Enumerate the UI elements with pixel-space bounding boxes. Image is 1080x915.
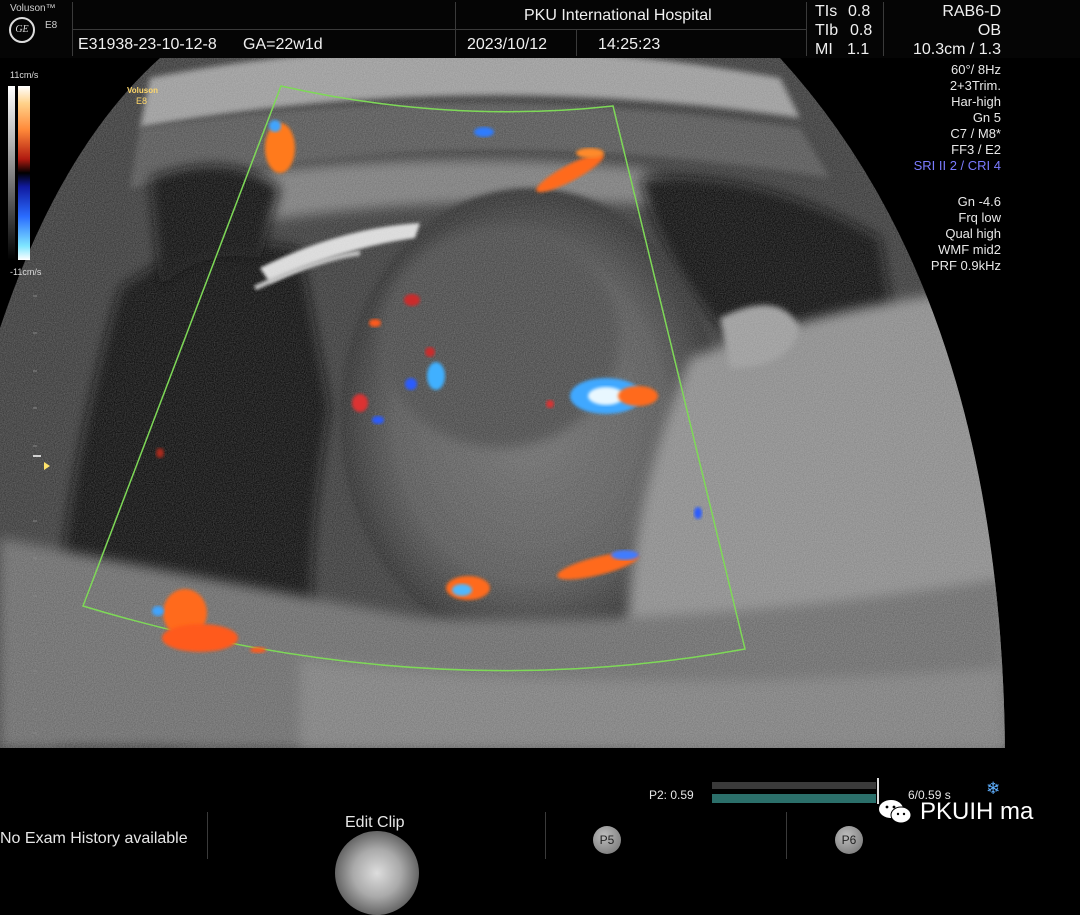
param-gain: Gn 5	[972, 110, 1001, 125]
header-bar: GE Voluson™ E8 E31938-23-10-12-8 GA=22w1…	[0, 0, 1080, 58]
grayscale-bar	[8, 86, 15, 260]
brand-label: Voluson™	[10, 3, 56, 14]
application: OB	[977, 22, 1001, 39]
param-sri-cri: SRI II 2 / CRI 4	[913, 158, 1001, 173]
velocity-colorbar	[18, 86, 30, 260]
param-ff: FF3 / E2	[951, 142, 1001, 157]
cine-progress-bar[interactable]	[712, 794, 876, 803]
image-brand-watermark: Voluson	[127, 86, 158, 95]
exam-history-status: No Exam History available	[0, 830, 188, 847]
p5-button[interactable]: P5	[593, 826, 621, 854]
tib-value: 0.8	[850, 22, 873, 39]
tis-label: TIs	[815, 3, 838, 20]
edit-clip-label: Edit Clip	[345, 814, 405, 831]
colorbar-top-label: 11cm/s	[10, 70, 39, 80]
mi-label: MI	[815, 41, 833, 58]
snowflake-icon[interactable]: ❄	[986, 779, 1000, 799]
param-harmonic: Har-high	[951, 94, 1001, 109]
doppler-wall-filter: WMF mid2	[938, 242, 1001, 257]
exam-time: 14:25:23	[598, 36, 661, 53]
bottom-bar: P2: 0.59 6/0.59 s ❄ No Exam History avai…	[0, 748, 1080, 915]
param-angle-framerate: 60°/ 8Hz	[950, 62, 1001, 77]
param-color-map: C7 / M8*	[950, 126, 1001, 141]
doppler-quality: Qual high	[945, 226, 1001, 241]
doppler-frequency: Frq low	[958, 210, 1001, 225]
model-label: E8	[45, 20, 58, 31]
p6-button[interactable]: P6	[835, 826, 863, 854]
cine-position-label: P2: 0.59	[649, 788, 694, 802]
ge-logo-icon: GE	[9, 17, 35, 43]
cine-track[interactable]	[712, 782, 876, 789]
doppler-gain: Gn -4.6	[957, 194, 1001, 209]
patient-id: E31938-23-10-12-8	[78, 36, 217, 53]
mi-value: 1.1	[847, 41, 870, 58]
gestational-age: GA=22w1d	[243, 36, 323, 53]
probe-name: RAB6-D	[942, 3, 1001, 20]
exam-date: 2023/10/12	[467, 36, 548, 53]
edit-clip-knob[interactable]	[335, 831, 419, 915]
image-model-watermark: E8	[136, 96, 148, 106]
tib-label: TIb	[815, 22, 839, 39]
hospital-name: PKU International Hospital	[524, 7, 712, 24]
wechat-icon	[877, 798, 913, 826]
tis-value: 0.8	[848, 3, 871, 20]
param-trimester: 2+3Trim.	[949, 78, 1001, 93]
colorbar-bottom-label: -11cm/s	[10, 267, 42, 277]
wechat-watermark: PKUIH ma	[920, 798, 1034, 825]
doppler-prf: PRF 0.9kHz	[930, 258, 1001, 273]
depth-readout: 10.3cm / 1.3	[912, 41, 1001, 58]
